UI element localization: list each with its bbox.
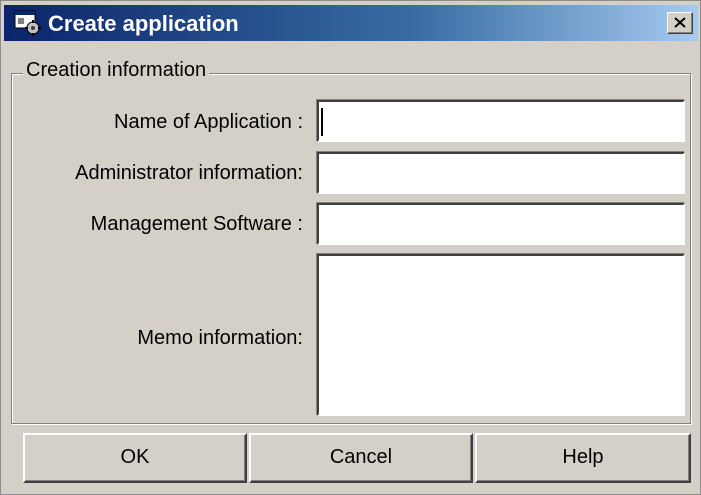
management-software-input[interactable] — [317, 203, 685, 245]
cancel-button[interactable]: Cancel — [249, 433, 473, 483]
create-application-dialog: Create application Creation information … — [0, 0, 701, 495]
application-config-icon — [14, 10, 42, 36]
title-bar[interactable]: Create application — [4, 5, 698, 41]
memo-information-textarea[interactable] — [317, 254, 685, 416]
administrator-information-input[interactable] — [317, 152, 685, 194]
close-button[interactable] — [667, 12, 693, 34]
memo-information-label: Memo information: — [137, 327, 303, 349]
group-legend: Creation information — [23, 59, 210, 82]
text-caret — [321, 108, 323, 136]
window-title: Create application — [48, 11, 239, 36]
name-of-application-input[interactable] — [317, 100, 685, 142]
ok-button[interactable]: OK — [23, 433, 247, 483]
name-of-application-label: Name of Application : — [114, 111, 303, 133]
management-software-label: Management Software : — [90, 213, 303, 235]
close-icon — [674, 17, 686, 28]
help-button[interactable]: Help — [475, 433, 691, 483]
administrator-information-label: Administrator information: — [75, 162, 303, 184]
